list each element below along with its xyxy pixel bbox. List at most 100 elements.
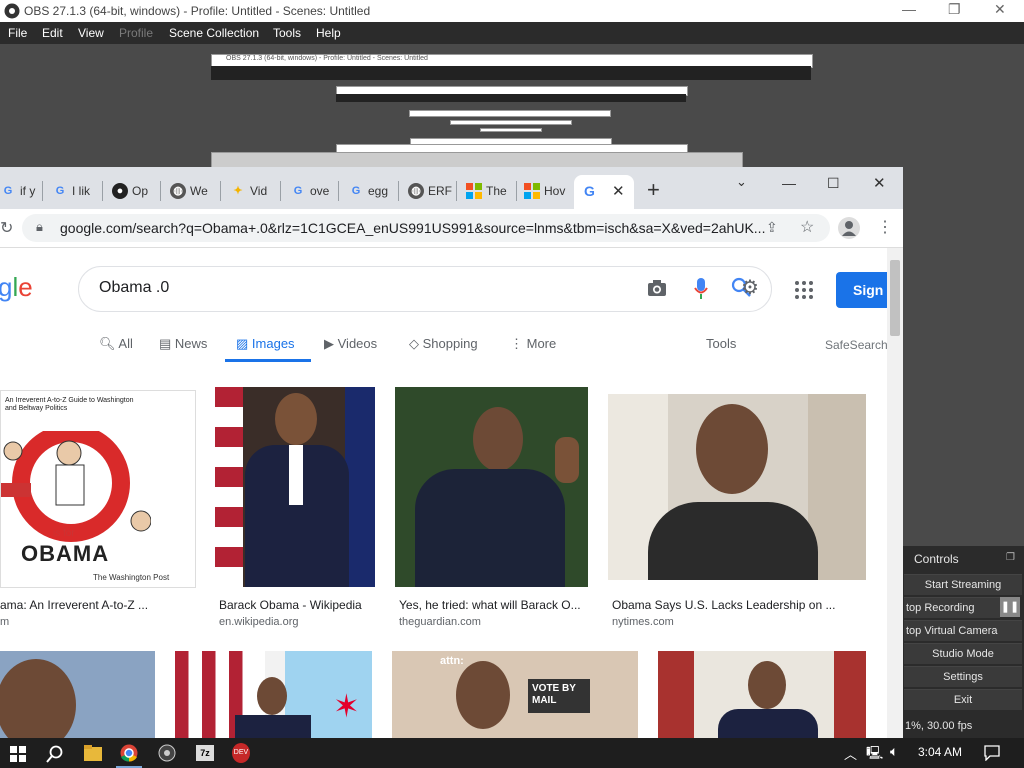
scrollbar-thumb[interactable] (890, 260, 900, 336)
7zip-taskbar-icon[interactable]: 7z (196, 745, 214, 761)
chrome-minimize-button[interactable]: — (782, 175, 796, 191)
apps-grid-icon[interactable] (794, 280, 814, 300)
result-source-1[interactable]: m (0, 616, 9, 628)
dock-float-icon[interactable]: ❐ (1006, 552, 1015, 563)
network-icon[interactable]: 🖳︎ (866, 744, 883, 766)
result-thumbnail-8[interactable] (658, 651, 866, 747)
tab-6[interactable]: Gove (284, 175, 342, 209)
menu-help[interactable]: Help (316, 26, 341, 40)
tab-active-google-images[interactable]: G ✕ (574, 175, 634, 209)
menu-edit[interactable]: Edit (42, 26, 63, 40)
globe-favicon-icon: ◍ (408, 183, 424, 199)
result-thumbnail-2[interactable] (215, 387, 375, 587)
tab-10[interactable]: Hov (518, 175, 576, 209)
stop-recording-button[interactable]: top Recording (904, 597, 1000, 618)
camera-search-icon[interactable] (647, 279, 667, 297)
tab-9[interactable]: The (460, 175, 518, 209)
minimize-button[interactable]: — (902, 1, 916, 17)
tab-close-icon[interactable]: ✕ (612, 182, 625, 200)
tab-4[interactable]: ◍ We (164, 175, 222, 209)
person-shirt-image (289, 445, 303, 505)
thumb1-obama-title: OBAMA (21, 541, 110, 566)
tab-2[interactable]: GI lik (46, 175, 104, 209)
tab-search-chevron-icon[interactable]: ⌄ (736, 174, 747, 190)
dev-app-taskbar-icon[interactable]: DEV (232, 743, 250, 763)
chrome-taskbar-icon[interactable] (120, 744, 138, 762)
tab-3[interactable]: ● Op (106, 175, 164, 209)
settings-button[interactable]: Settings (904, 666, 1022, 687)
search-input[interactable]: Obama .0 (99, 279, 169, 297)
search-taskbar-icon[interactable] (46, 745, 64, 763)
url-text[interactable]: google.com/search?q=Obama+.0&rlz=1C1GCEA… (60, 220, 765, 236)
tab-videos[interactable]: ▶ Videos (324, 336, 377, 352)
show-hidden-icons-chevron-icon[interactable]: ︿ (844, 744, 857, 763)
menu-view[interactable]: View (78, 26, 104, 40)
tab-7[interactable]: Gegg (342, 175, 400, 209)
menu-tools[interactable]: Tools (273, 26, 301, 40)
search-box[interactable]: Obama .0 ⚙ (78, 266, 772, 312)
lock-icon[interactable]: 🔒︎ (36, 219, 43, 235)
tab-more[interactable]: ⋮ More (510, 336, 556, 352)
share-icon[interactable]: ⇪ (766, 219, 778, 236)
settings-gear-icon[interactable]: ⚙ (741, 275, 759, 300)
tab-all[interactable]: 🔍︎ All (99, 336, 133, 352)
result-thumbnail-1[interactable]: An Irreverent A-to-Z Guide to Washington… (0, 390, 196, 588)
result-thumbnail-6[interactable]: ✶ (175, 651, 372, 747)
active-tab-underline (225, 359, 311, 362)
tab-1[interactable]: Gif y (0, 175, 52, 209)
us-flag-image (215, 387, 243, 587)
close-button[interactable]: ✕ (994, 1, 1006, 18)
clock-time[interactable]: 3:04 AM (918, 745, 962, 759)
reload-icon[interactable]: ↻ (0, 218, 13, 238)
chrome-maximize-button[interactable]: ☐ (827, 175, 840, 192)
result-title-3[interactable]: Yes, he tried: what will Barack O... (399, 598, 581, 612)
result-source-4[interactable]: nytimes.com (612, 616, 674, 628)
result-thumbnail-4[interactable] (608, 394, 866, 580)
stop-virtual-camera-button[interactable]: top Virtual Camera (904, 620, 1022, 641)
profile-avatar[interactable] (838, 217, 860, 239)
tools-button[interactable]: Tools (706, 336, 736, 351)
volume-muted-icon[interactable]: 🔈︎ (890, 743, 898, 760)
page-scrollbar[interactable] (887, 248, 903, 747)
person-head-image (456, 661, 510, 729)
presidential-flag-image (345, 387, 375, 587)
waving-hand-image (555, 437, 579, 483)
bookmark-star-icon[interactable]: ☆ (800, 217, 814, 237)
tab-news[interactable]: ▤ News (159, 336, 207, 352)
exit-button[interactable]: Exit (904, 689, 1022, 710)
studio-mode-button[interactable]: Studio Mode (904, 643, 1022, 664)
new-tab-icon[interactable]: + (647, 179, 660, 201)
notifications-icon[interactable] (984, 745, 1000, 761)
result-thumbnail-5[interactable] (0, 651, 155, 747)
result-source-2[interactable]: en.wikipedia.org (219, 616, 299, 628)
windows-start-icon[interactable] (10, 746, 26, 762)
menu-profile[interactable]: Profile (119, 26, 153, 40)
safesearch-button[interactable]: SafeSearch (825, 338, 888, 352)
microphone-icon[interactable] (693, 277, 709, 301)
tab-images[interactable]: ▨ Images (236, 336, 295, 352)
tab-8[interactable]: ◍ ERF (402, 175, 460, 209)
tab-separator (220, 181, 221, 201)
menu-scene-collection[interactable]: Scene Collection (169, 26, 259, 40)
result-title-1[interactable]: ama: An Irreverent A-to-Z ... (0, 598, 148, 612)
menu-file[interactable]: File (8, 26, 27, 40)
start-streaming-button[interactable]: Start Streaming (904, 574, 1022, 595)
chrome-close-button[interactable]: ✕ (873, 174, 886, 192)
result-thumbnail-7[interactable]: attn: VOTE BY MAIL (392, 651, 638, 747)
google-logo[interactable]: gle (0, 272, 33, 303)
tag-icon: ◇ (409, 336, 419, 351)
result-title-2[interactable]: Barack Obama - Wikipedia (219, 598, 362, 612)
result-title-4[interactable]: Obama Says U.S. Lacks Leadership on ... (612, 598, 835, 612)
address-bar[interactable]: 🔒︎ google.com/search?q=Obama+.0&rlz=1C1G… (22, 214, 830, 242)
pause-recording-icon[interactable]: ❚❚ (1000, 597, 1020, 617)
file-explorer-icon[interactable] (84, 745, 102, 761)
obs-taskbar-icon[interactable] (158, 744, 176, 762)
tab-shopping[interactable]: ◇ Shopping (409, 336, 478, 352)
result-source-3[interactable]: theguardian.com (399, 616, 481, 628)
tab-5[interactable]: ✦ Vid (224, 175, 282, 209)
chrome-menu-icon[interactable]: ⋮ (877, 217, 893, 237)
nested-obs-menu-2 (336, 94, 686, 102)
result-thumbnail-3[interactable] (395, 387, 588, 587)
thumb1-header-text: An Irreverent A-to-Z Guide to Washington… (5, 397, 134, 412)
restore-button[interactable]: ❐ (948, 1, 961, 18)
